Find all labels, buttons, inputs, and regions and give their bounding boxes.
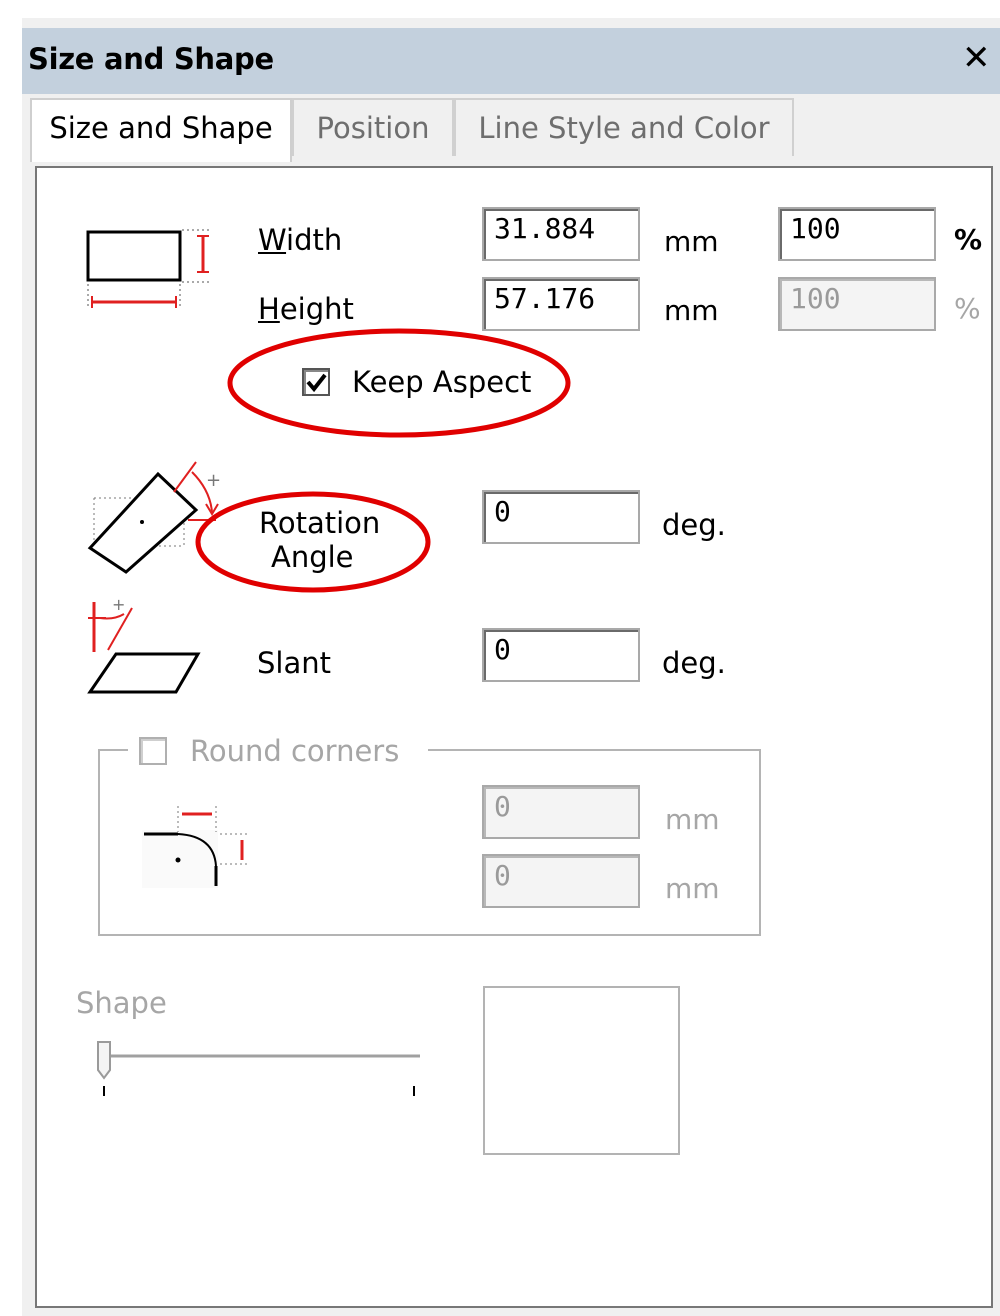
width-label: Width — [258, 222, 342, 258]
width-percent-unit: % — [954, 223, 983, 256]
left-background-strip — [0, 18, 22, 1316]
round-corners-checkbox — [139, 737, 167, 765]
slant-label: Slant — [257, 646, 331, 680]
width-input[interactable]: 31.884 — [482, 207, 640, 261]
width-mnemonic: W — [258, 223, 287, 257]
shape-slider — [97, 1041, 420, 1096]
round-corners-icon — [142, 806, 250, 888]
tab-line-style-and-color[interactable]: Line Style and Color — [454, 98, 794, 156]
svg-text:+: + — [112, 596, 125, 614]
tab-position[interactable]: Position — [292, 98, 454, 156]
width-label-rest: idth — [286, 223, 343, 257]
height-mnemonic: H — [258, 292, 280, 326]
corner-radius-x-unit: mm — [665, 803, 720, 836]
shape-preview — [483, 986, 680, 1155]
width-percent-input[interactable]: 100 — [778, 207, 936, 261]
slant-input[interactable]: 0 — [482, 628, 640, 682]
tab-size-and-shape[interactable]: Size and Shape — [30, 98, 292, 162]
close-icon[interactable]: ✕ — [962, 38, 991, 78]
dialog-title: Size and Shape — [28, 42, 274, 76]
slant-unit: deg. — [662, 646, 726, 680]
slant-icon: + — [87, 596, 201, 694]
height-unit: mm — [664, 294, 719, 327]
corner-radius-y-unit: mm — [665, 872, 720, 905]
corner-radius-x-input: 0 — [482, 785, 640, 839]
svg-text:+: + — [206, 470, 221, 491]
rotation-unit: deg. — [662, 508, 726, 542]
height-percent-unit: % — [954, 292, 981, 325]
shape-label: Shape — [76, 986, 167, 1020]
height-label: Height — [258, 291, 354, 327]
annotation-circle-rotation — [195, 491, 431, 593]
height-label-rest: eight — [279, 292, 354, 326]
size-icon — [86, 229, 210, 308]
round-corners-label: Round corners — [190, 734, 400, 768]
corner-radius-y-input: 0 — [482, 854, 640, 908]
width-unit: mm — [664, 225, 719, 258]
annotation-circle-keep-aspect — [227, 328, 571, 438]
height-percent-input: 100 — [778, 277, 936, 331]
rotation-angle-input[interactable]: 0 — [482, 490, 640, 544]
top-background-strip — [0, 0, 1000, 18]
height-input[interactable]: 57.176 — [482, 277, 640, 331]
